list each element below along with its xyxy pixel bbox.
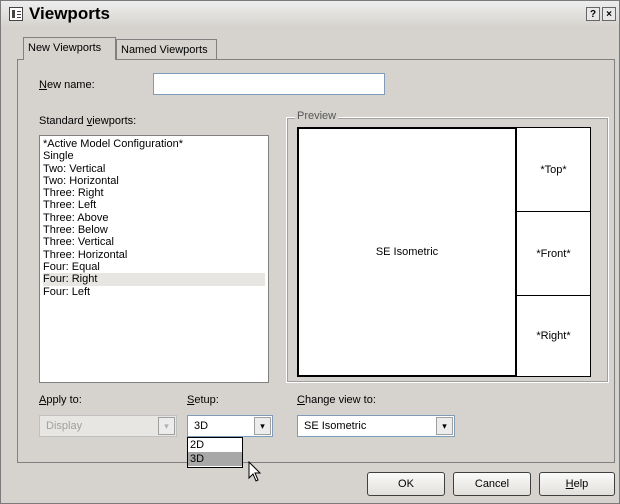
mouse-cursor-icon xyxy=(248,461,262,482)
list-item[interactable]: Three: Above xyxy=(43,212,265,224)
setup-option-2d[interactable]: 2D xyxy=(188,438,242,452)
apply-to-value: Display xyxy=(46,420,83,432)
new-name-input[interactable] xyxy=(153,73,385,95)
tab-new-viewports[interactable]: New Viewports xyxy=(23,37,116,60)
list-item[interactable]: Two: Horizontal xyxy=(43,175,265,187)
help-button[interactable]: Help xyxy=(539,472,615,496)
chevron-down-icon[interactable]: ▾ xyxy=(254,417,271,435)
list-item[interactable]: Three: Below xyxy=(43,224,265,236)
list-item[interactable]: Four: Left xyxy=(43,286,265,298)
standard-viewports-label: Standard viewports: xyxy=(39,115,137,127)
list-item[interactable]: Three: Horizontal xyxy=(43,249,265,261)
preview-label: Preview xyxy=(295,110,339,122)
viewport-top[interactable]: *Top* xyxy=(516,127,591,212)
list-item[interactable]: Three: Left xyxy=(43,199,265,211)
ok-button[interactable]: OK xyxy=(367,472,445,496)
apply-to-select: Display ▾ xyxy=(39,415,177,437)
setup-dropdown-list[interactable]: 2D 3D xyxy=(187,437,243,468)
list-item[interactable]: Four: Equal xyxy=(43,261,265,273)
standard-viewports-list[interactable]: *Active Model Configuration* Single Two:… xyxy=(39,135,269,383)
list-item[interactable]: Two: Vertical xyxy=(43,163,265,175)
viewports-dialog: Viewports ? × New Viewports Named Viewpo… xyxy=(0,0,620,504)
tab-named-viewports[interactable]: Named Viewports xyxy=(116,39,217,60)
list-item[interactable]: Three: Right xyxy=(43,187,265,199)
change-view-select[interactable]: SE Isometric ▾ xyxy=(297,415,455,437)
chevron-down-icon[interactable]: ▾ xyxy=(436,417,453,435)
apply-to-label: Apply to: xyxy=(39,394,82,406)
list-item-selected[interactable]: Four: Right xyxy=(43,273,265,286)
list-item[interactable]: Single xyxy=(43,150,265,162)
change-view-value: SE Isometric xyxy=(304,420,367,432)
cancel-button[interactable]: Cancel xyxy=(453,472,531,496)
new-name-label: New name: xyxy=(39,79,95,91)
chevron-down-icon: ▾ xyxy=(158,417,175,435)
setup-option-3d[interactable]: 3D xyxy=(188,452,242,466)
viewport-front[interactable]: *Front* xyxy=(516,211,591,296)
change-view-label: Change view to: xyxy=(297,394,376,406)
list-item[interactable]: Three: Vertical xyxy=(43,236,265,248)
viewport-right[interactable]: *Right* xyxy=(516,295,591,377)
help-title-button[interactable]: ? xyxy=(586,7,600,21)
setup-select[interactable]: 3D ▾ xyxy=(187,415,273,437)
setup-label: Setup: xyxy=(187,394,219,406)
list-item[interactable]: *Active Model Configuration* xyxy=(43,138,265,150)
viewports-icon xyxy=(9,7,23,21)
close-button[interactable]: × xyxy=(602,7,616,21)
viewport-se-isometric[interactable]: SE Isometric xyxy=(297,127,517,377)
title-bar[interactable]: Viewports ? × xyxy=(1,1,619,27)
window-title: Viewports xyxy=(29,4,110,23)
setup-value: 3D xyxy=(194,420,209,432)
